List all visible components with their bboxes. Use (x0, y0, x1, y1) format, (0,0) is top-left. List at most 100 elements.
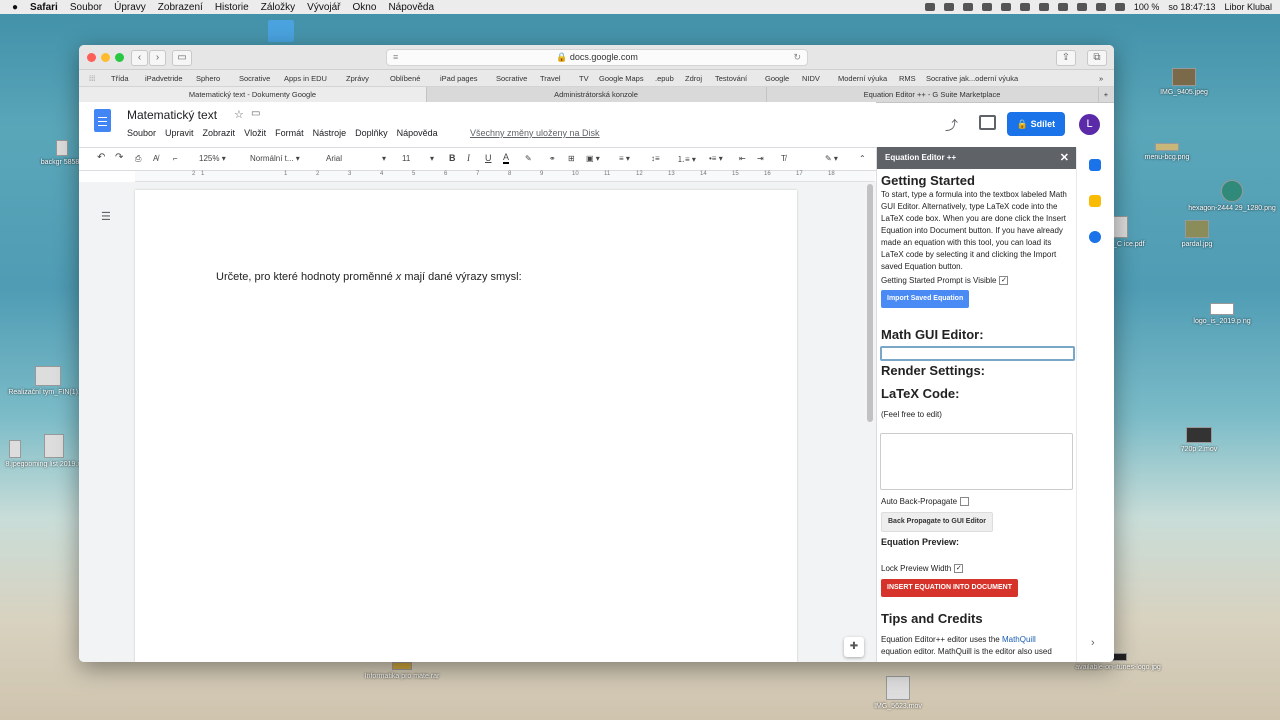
calendar-icon[interactable] (1089, 159, 1101, 171)
share-button[interactable]: 🔒 Sdílet (1007, 112, 1065, 136)
menu-item[interactable]: Historie (215, 2, 249, 13)
document-page[interactable]: Určete, pro které hodnoty proměnné x maj… (135, 190, 797, 662)
favorite-item[interactable]: Apps in EDU (284, 74, 327, 83)
avatar[interactable]: L (1079, 114, 1100, 135)
favorite-item[interactable]: Třída (111, 74, 129, 83)
forward-button[interactable]: › (149, 50, 166, 66)
desktop-file[interactable]: IMG_5623.mov (853, 676, 943, 710)
star-icon[interactable]: ☆ (234, 108, 244, 121)
tab-docs[interactable]: Matematický text - Dokumenty Google (79, 87, 427, 102)
favorite-item[interactable]: Google Maps (599, 74, 644, 83)
favorite-item[interactable]: Socrative jak...oderní výuka (926, 74, 1018, 83)
volume-icon[interactable] (1114, 3, 1125, 11)
desktop-file[interactable]: Informatika pro mate.rar (357, 662, 447, 680)
favorite-item[interactable]: RMS (899, 74, 916, 83)
desktop-file[interactable]: pardal.jpg (1152, 220, 1242, 248)
font-size-select[interactable]: 11 ▾ (402, 154, 434, 163)
bluetooth-icon[interactable] (1076, 3, 1087, 11)
docs-menu-item[interactable]: Vložit (244, 128, 266, 138)
close-icon[interactable]: ✕ (1060, 147, 1069, 169)
menu-item[interactable]: Soubor (70, 2, 102, 13)
menu-item[interactable]: Záložky (261, 2, 295, 13)
desktop-file[interactable]: backgr 58587 (40, 140, 84, 166)
desktop-file[interactable]: 8.jpeg (0, 440, 30, 468)
tasks-icon[interactable] (1089, 231, 1101, 243)
minimize-window-button[interactable] (101, 53, 110, 62)
docs-menu-item[interactable]: Doplňky (355, 128, 388, 138)
save-status[interactable]: Všechny změny uloženy na Disk (470, 128, 600, 138)
favorite-item[interactable]: NIDV (802, 74, 820, 83)
docs-menu-item[interactable]: Nástroje (313, 128, 347, 138)
favorite-item[interactable]: Zprávy (346, 74, 369, 83)
favorite-item[interactable]: Testování (715, 74, 747, 83)
time-machine-icon[interactable] (1038, 3, 1049, 11)
line-spacing-icon[interactable]: ↕≡ (651, 154, 660, 163)
menu-item[interactable]: Okno (353, 2, 377, 13)
favorite-item[interactable]: .epub (655, 74, 674, 83)
style-select[interactable]: Normální t... ▾ (250, 154, 300, 163)
auto-back-propagate-checkbox[interactable] (960, 497, 970, 507)
redo-icon[interactable]: ↷ (115, 152, 123, 163)
align-icon[interactable]: ≡ ▾ (619, 154, 630, 163)
favorite-item[interactable]: Travel (540, 74, 561, 83)
favorite-item[interactable]: Socrative (496, 74, 527, 83)
reader-icon[interactable]: ≡ (393, 50, 398, 65)
back-propagate-button[interactable]: Back Propagate to GUI Editor (881, 512, 994, 532)
scrollbar[interactable] (866, 182, 875, 662)
battery-level[interactable]: 100 % (1134, 2, 1160, 12)
keep-icon[interactable] (1089, 195, 1101, 207)
menu-app-name[interactable]: Safari (30, 2, 58, 13)
airplay-icon[interactable] (1057, 3, 1068, 11)
desktop-file[interactable]: logo_is_2019.p ng (1177, 303, 1267, 325)
status-icon[interactable] (1000, 3, 1011, 11)
desktop-file[interactable]: hexagon-2444 29_1280.png (1187, 180, 1277, 212)
clock[interactable]: so 18:47:13 (1168, 2, 1215, 12)
favorite-item[interactable]: Moderní výuka (838, 74, 887, 83)
prompt-visible-checkbox[interactable]: ✓ (999, 276, 1009, 286)
favorite-item[interactable]: Socrative (239, 74, 270, 83)
favorite-item[interactable]: iPadvetride (145, 74, 183, 83)
bulleted-list-icon[interactable]: •≡ ▾ (709, 154, 723, 163)
apple-icon[interactable]: ● (12, 2, 18, 13)
docs-logo-icon[interactable] (94, 109, 111, 132)
editing-mode-icon[interactable]: ✎ ▾ (825, 154, 838, 163)
dropbox-icon[interactable] (943, 3, 954, 11)
italic-icon[interactable]: I (467, 153, 470, 163)
more-favorites-icon[interactable]: » (1099, 74, 1103, 83)
docs-menu-item[interactable]: Nápověda (397, 128, 438, 138)
activity-trend-icon[interactable]: ⤴ (945, 115, 958, 134)
decrease-indent-icon[interactable]: ⇤ (739, 154, 746, 163)
bold-icon[interactable]: B (449, 153, 456, 163)
tab-marketplace[interactable]: Equation Editor ++ - G Suite Marketplace (766, 87, 1099, 102)
collapse-menus-icon[interactable]: ⌃ (859, 154, 866, 163)
close-window-button[interactable] (87, 53, 96, 62)
wifi-icon[interactable] (1095, 3, 1106, 11)
desktop-file[interactable]: Realizační tym_FIN(1).pd (8, 366, 88, 396)
cloud-icon[interactable] (962, 3, 973, 11)
status-icon[interactable] (981, 3, 992, 11)
reload-icon[interactable]: ↻ (793, 50, 801, 65)
lock-width-checkbox[interactable]: ✓ (954, 564, 964, 574)
highlight-icon[interactable]: ✎ (525, 154, 532, 163)
underline-icon[interactable]: U (485, 153, 492, 163)
docs-menu-item[interactable]: Upravit (165, 128, 194, 138)
menu-item[interactable]: Úpravy (114, 2, 146, 13)
favorite-item[interactable]: Sphero (196, 74, 220, 83)
paint-format-icon[interactable]: ⌐ (173, 154, 178, 163)
tabs-overview-icon[interactable]: ⧉ (1087, 50, 1107, 66)
insert-image-icon[interactable]: ▣ ▾ (586, 154, 600, 163)
favorite-item[interactable]: Google (765, 74, 789, 83)
new-tab-button[interactable]: + (1098, 87, 1114, 102)
docs-menu-item[interactable]: Zobrazit (203, 128, 236, 138)
comments-icon[interactable] (979, 115, 996, 130)
print-icon[interactable]: ⎙ (135, 154, 141, 164)
explore-icon[interactable]: ✚ (844, 637, 864, 657)
mathquill-link[interactable]: MathQuill (1002, 635, 1036, 644)
docs-menu-item[interactable]: Formát (275, 128, 304, 138)
favorite-item[interactable]: Oblíbené (390, 74, 420, 83)
text-color-icon[interactable]: A (503, 152, 510, 164)
folder-icon[interactable] (268, 20, 294, 42)
font-select[interactable]: Arial ▾ (326, 154, 386, 163)
share-icon[interactable]: ⇪ (1056, 50, 1076, 66)
document-title[interactable]: Matematický text (127, 108, 217, 122)
